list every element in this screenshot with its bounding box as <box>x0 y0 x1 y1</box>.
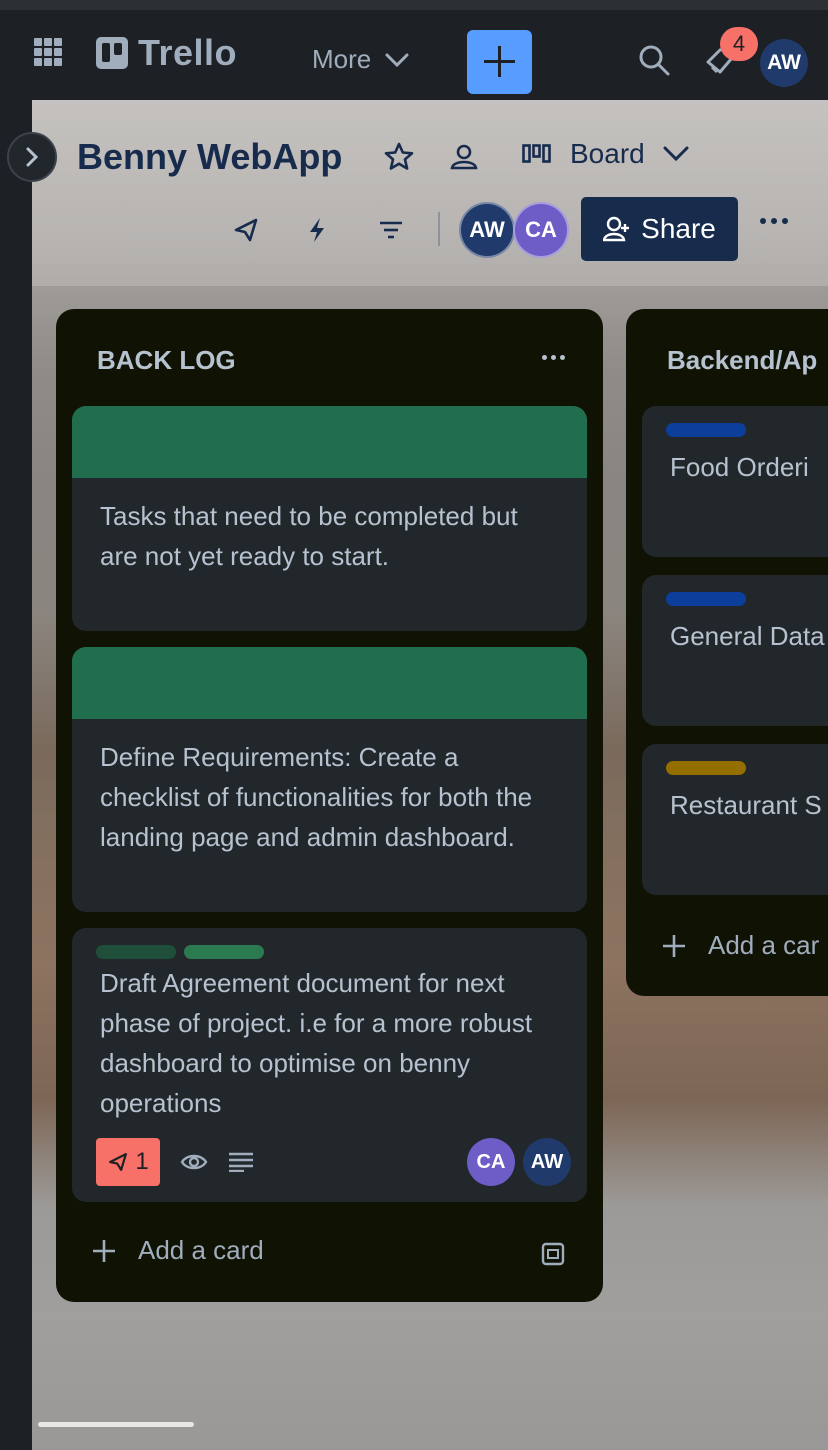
share-label: Share <box>641 213 716 244</box>
board-header: Benny WebApp Board AW CA Share <box>32 100 828 286</box>
create-button[interactable] <box>467 30 532 94</box>
card-label[interactable] <box>666 761 746 775</box>
card-labels <box>642 575 828 606</box>
list-menu-button[interactable] <box>542 355 565 360</box>
card-title: Draft Agreement document for next phase … <box>100 968 533 1118</box>
list-backend: Backend/Ap Food Orderi General Data Rest… <box>626 309 828 996</box>
rocket-icon <box>109 1153 128 1171</box>
trello-logo-icon <box>96 37 128 69</box>
power-ups-icon[interactable] <box>232 216 260 244</box>
card-label[interactable] <box>666 423 746 437</box>
home-indicator <box>38 1422 194 1427</box>
badge-count: 1 <box>135 1148 149 1175</box>
board-menu-button[interactable] <box>760 218 788 224</box>
plus-icon <box>93 1239 115 1262</box>
card-label[interactable] <box>184 945 264 959</box>
card-title: Restaurant S <box>670 790 822 820</box>
list-backlog: BACK LOG Tasks that need to be completed… <box>56 309 603 1302</box>
description-icon <box>229 1152 253 1172</box>
more-menu-button[interactable]: More <box>312 44 409 75</box>
add-person-icon <box>603 216 630 242</box>
header-divider <box>438 212 440 246</box>
more-label: More <box>312 44 372 74</box>
filter-icon[interactable] <box>378 220 404 240</box>
card-template-icon[interactable] <box>540 1241 566 1267</box>
search-icon[interactable] <box>638 44 670 76</box>
card-cover <box>72 406 587 478</box>
board-canvas: Benny WebApp Board AW CA Share BACK LOG … <box>32 100 828 1450</box>
card[interactable]: Draft Agreement document for next phase … <box>72 928 587 1202</box>
card-label[interactable] <box>96 945 176 959</box>
member-avatar[interactable]: CA <box>467 1138 515 1186</box>
plus-icon <box>663 934 685 957</box>
card-members: CA AW <box>467 1138 571 1186</box>
member-avatar[interactable]: CA <box>513 202 569 258</box>
logo-text: Trello <box>138 32 238 73</box>
sidebar <box>0 100 32 1450</box>
add-card-button[interactable]: Add a card <box>92 1235 264 1266</box>
board-view-icon <box>522 144 551 163</box>
card-label[interactable] <box>666 592 746 606</box>
add-card-label: Add a card <box>138 1235 264 1265</box>
card-labels <box>642 744 828 775</box>
card-cover <box>72 647 587 719</box>
trello-logo[interactable]: Trello <box>96 32 237 74</box>
chevron-down-icon <box>663 146 689 162</box>
card-labels <box>72 928 587 959</box>
user-avatar[interactable]: AW <box>760 39 808 87</box>
power-up-badge[interactable]: 1 <box>96 1138 160 1186</box>
member-avatar[interactable]: AW <box>523 1138 571 1186</box>
card-title: General Data <box>670 621 825 651</box>
card[interactable]: Restaurant S <box>642 744 828 895</box>
member-avatar[interactable]: AW <box>459 202 515 258</box>
eye-icon <box>180 1154 208 1170</box>
card-badges: 1 <box>96 1138 254 1186</box>
card-title: Food Orderi <box>670 452 809 482</box>
card[interactable]: Food Orderi <box>642 406 828 557</box>
card-title: Tasks that need to be completed but are … <box>100 501 518 571</box>
view-switcher[interactable]: Board <box>522 138 689 170</box>
notification-badge: 4 <box>720 27 758 61</box>
workspace-visibility-icon[interactable] <box>449 144 479 170</box>
add-card-label: Add a car <box>708 930 820 960</box>
star-icon[interactable] <box>384 142 414 172</box>
card[interactable]: Tasks that need to be completed but are … <box>72 406 587 631</box>
card-title: Define Requirements: Create a checklist … <box>100 742 533 852</box>
card-labels <box>642 406 828 437</box>
sidebar-expand-button[interactable] <box>7 132 57 182</box>
list-title[interactable]: Backend/Ap <box>667 345 817 376</box>
card[interactable]: General Data <box>642 575 828 726</box>
automation-icon[interactable] <box>306 216 328 244</box>
card[interactable]: Define Requirements: Create a checklist … <box>72 647 587 912</box>
app-switcher-icon[interactable] <box>34 38 62 66</box>
top-navigation: Trello More 4 AW <box>0 0 828 100</box>
board-title[interactable]: Benny WebApp <box>77 136 342 178</box>
share-button[interactable]: Share <box>581 197 738 261</box>
add-card-button[interactable]: Add a car <box>662 930 819 961</box>
view-label: Board <box>570 138 645 169</box>
chevron-right-icon <box>26 147 38 167</box>
chevron-down-icon <box>385 53 409 67</box>
list-title[interactable]: BACK LOG <box>97 345 236 376</box>
